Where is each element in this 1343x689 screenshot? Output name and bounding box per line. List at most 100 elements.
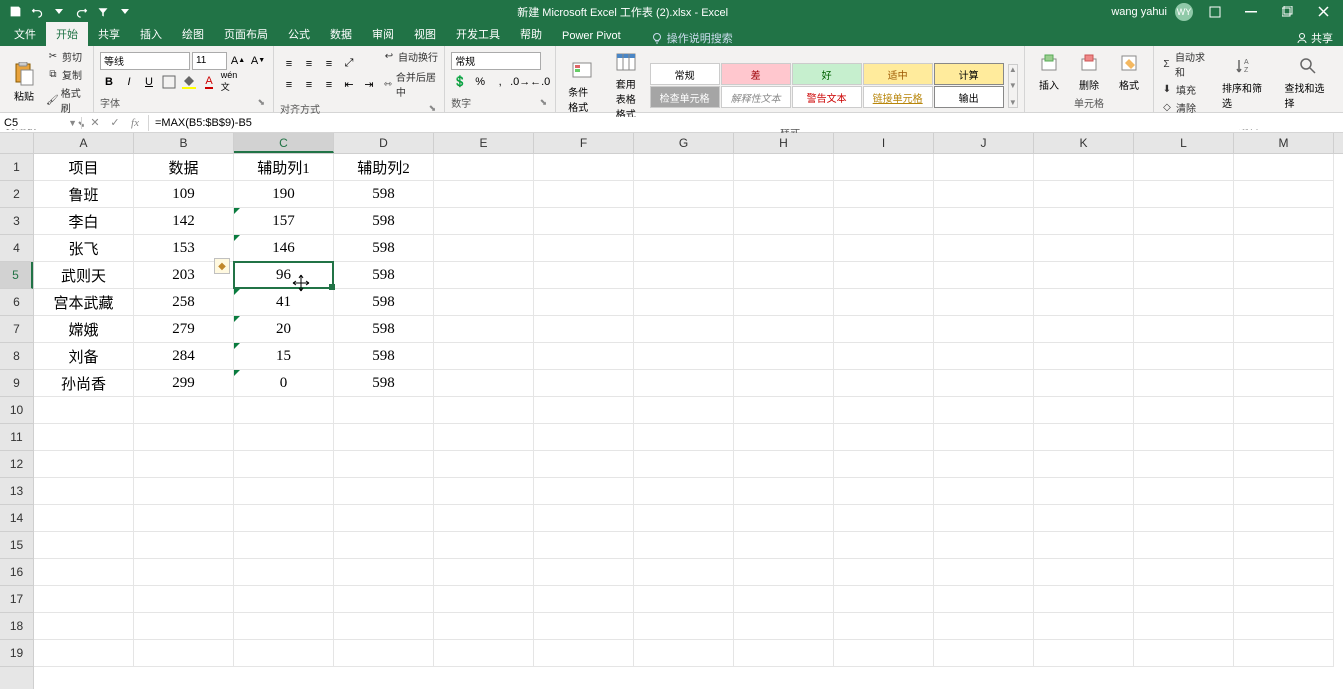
cell-G16[interactable]	[634, 559, 734, 586]
align-right-icon[interactable]: ≡	[320, 76, 338, 94]
cell-I19[interactable]	[834, 640, 934, 667]
cell-C11[interactable]	[234, 424, 334, 451]
cell-H12[interactable]	[734, 451, 834, 478]
cell-A16[interactable]	[34, 559, 134, 586]
cell-J10[interactable]	[934, 397, 1034, 424]
cell-L7[interactable]	[1134, 316, 1234, 343]
tab-share[interactable]: 共享	[88, 22, 130, 46]
cell-F10[interactable]	[534, 397, 634, 424]
maximize-icon[interactable]	[1273, 3, 1301, 21]
cell-K16[interactable]	[1034, 559, 1134, 586]
cell-D18[interactable]	[334, 613, 434, 640]
cell-L13[interactable]	[1134, 478, 1234, 505]
col-header-B[interactable]: B	[134, 133, 234, 153]
cell-L18[interactable]	[1134, 613, 1234, 640]
cell-D6[interactable]: 598	[334, 289, 434, 316]
cell-B3[interactable]: 142	[134, 208, 234, 235]
cell-B1[interactable]: 数据	[134, 154, 234, 181]
cell-F9[interactable]	[534, 370, 634, 397]
cell-K8[interactable]	[1034, 343, 1134, 370]
fx-icon[interactable]: fx	[126, 115, 144, 131]
cell-L14[interactable]	[1134, 505, 1234, 532]
cell-F7[interactable]	[534, 316, 634, 343]
row-header-6[interactable]: 6	[0, 289, 33, 316]
find-select-button[interactable]: 查找和选择	[1279, 52, 1337, 112]
cell-H8[interactable]	[734, 343, 834, 370]
cell-D4[interactable]: 598	[334, 235, 434, 262]
cell-G5[interactable]	[634, 262, 734, 289]
cell-D5[interactable]: 598	[334, 262, 434, 289]
cell-M12[interactable]	[1234, 451, 1334, 478]
cell-F5[interactable]	[534, 262, 634, 289]
cell-F3[interactable]	[534, 208, 634, 235]
align-bottom-icon[interactable]: ≡	[320, 55, 338, 73]
cell-E3[interactable]	[434, 208, 534, 235]
cell-A9[interactable]: 孙尚香	[34, 370, 134, 397]
cell-G6[interactable]	[634, 289, 734, 316]
avatar[interactable]: WY	[1175, 3, 1193, 21]
formula-input[interactable]	[149, 117, 1343, 129]
username[interactable]: wang yahui	[1111, 6, 1167, 18]
cell-F18[interactable]	[534, 613, 634, 640]
fill-color-button[interactable]	[180, 73, 198, 91]
cell-K15[interactable]	[1034, 532, 1134, 559]
cell-E17[interactable]	[434, 586, 534, 613]
autosum-button[interactable]: Σ自动求和	[1160, 48, 1212, 80]
cell-A17[interactable]	[34, 586, 134, 613]
increase-font-icon[interactable]: A▲	[229, 52, 247, 70]
italic-button[interactable]: I	[120, 73, 138, 91]
cell-A5[interactable]: 武则天	[34, 262, 134, 289]
tab-help[interactable]: 帮助	[510, 22, 552, 46]
cell-C17[interactable]	[234, 586, 334, 613]
cell-I6[interactable]	[834, 289, 934, 316]
tab-view[interactable]: 视图	[404, 22, 446, 46]
col-header-H[interactable]: H	[734, 133, 834, 153]
cell-K13[interactable]	[1034, 478, 1134, 505]
cell-G10[interactable]	[634, 397, 734, 424]
copy-button[interactable]: ⧉复制	[46, 66, 87, 83]
cell-H4[interactable]	[734, 235, 834, 262]
tab-review[interactable]: 审阅	[362, 22, 404, 46]
cell-H17[interactable]	[734, 586, 834, 613]
tab-formulas[interactable]: 公式	[278, 22, 320, 46]
cell-I2[interactable]	[834, 181, 934, 208]
cell-L3[interactable]	[1134, 208, 1234, 235]
cell-C12[interactable]	[234, 451, 334, 478]
cell-C6[interactable]: 41	[234, 289, 334, 316]
cell-M3[interactable]	[1234, 208, 1334, 235]
col-header-A[interactable]: A	[34, 133, 134, 153]
cell-M2[interactable]	[1234, 181, 1334, 208]
cell-L11[interactable]	[1134, 424, 1234, 451]
name-box[interactable]: ▼	[0, 117, 82, 129]
cell-D12[interactable]	[334, 451, 434, 478]
cell-I1[interactable]	[834, 154, 934, 181]
clear-button[interactable]: ◇清除	[1160, 99, 1212, 116]
cell-J6[interactable]	[934, 289, 1034, 316]
cell-I18[interactable]	[834, 613, 934, 640]
decrease-decimal-icon[interactable]: ←.0	[531, 73, 549, 91]
format-painter-button[interactable]: 🖌格式刷	[46, 84, 87, 116]
cell-F2[interactable]	[534, 181, 634, 208]
cell-K2[interactable]	[1034, 181, 1134, 208]
col-header-I[interactable]: I	[834, 133, 934, 153]
cell-E1[interactable]	[434, 154, 534, 181]
row-header-16[interactable]: 16	[0, 559, 33, 586]
cell-B10[interactable]	[134, 397, 234, 424]
cell-K1[interactable]	[1034, 154, 1134, 181]
cell-D10[interactable]	[334, 397, 434, 424]
cell-F16[interactable]	[534, 559, 634, 586]
cell-L9[interactable]	[1134, 370, 1234, 397]
cell-G3[interactable]	[634, 208, 734, 235]
cell-K17[interactable]	[1034, 586, 1134, 613]
row-header-15[interactable]: 15	[0, 532, 33, 559]
cell-G17[interactable]	[634, 586, 734, 613]
align-middle-icon[interactable]: ≡	[300, 55, 318, 73]
cell-G12[interactable]	[634, 451, 734, 478]
col-header-G[interactable]: G	[634, 133, 734, 153]
cell-G13[interactable]	[634, 478, 734, 505]
cell-I12[interactable]	[834, 451, 934, 478]
comma-icon[interactable]: ,	[491, 73, 509, 91]
cell-H11[interactable]	[734, 424, 834, 451]
cell-B7[interactable]: 279	[134, 316, 234, 343]
cell-G18[interactable]	[634, 613, 734, 640]
